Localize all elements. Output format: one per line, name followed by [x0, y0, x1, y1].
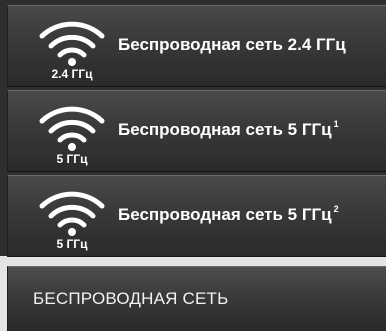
menu-item-wifi-2-4ghz[interactable]: 2.4 ГГц Беспроводная сеть 2.4 ГГц: [7, 5, 386, 87]
band-label: 5 ГГц: [56, 237, 88, 251]
wireless-menu: 2.4 ГГц Беспроводная сеть 2.4 ГГц 5 ГГц …: [0, 0, 386, 257]
page-title: БЕСПРОВОДНАЯ СЕТЬ: [33, 289, 229, 308]
footnote-mark: 1: [333, 119, 339, 129]
menu-item-label: Беспроводная сеть 2.4 ГГц: [118, 35, 346, 54]
menu-item-label: Беспроводная сеть 5 ГГц 2: [118, 204, 339, 224]
wifi-icon: [39, 106, 105, 151]
band-label: 5 ГГц: [56, 152, 88, 166]
wifi-icon: [39, 191, 105, 236]
wireless-network-header: БЕСПРОВОДНАЯ СЕТЬ: [7, 266, 386, 331]
footnote-mark: 2: [333, 204, 339, 214]
wifi-icon: [39, 21, 105, 66]
menu-item-label: Беспроводная сеть 5 ГГц 1: [118, 119, 339, 139]
band-label: 2.4 ГГц: [51, 67, 93, 81]
menu-item-wifi-5ghz-2[interactable]: 5 ГГц Беспроводная сеть 5 ГГц 2: [7, 175, 386, 257]
menu-item-wifi-5ghz-1[interactable]: 5 ГГц Беспроводная сеть 5 ГГц 1: [7, 90, 386, 172]
